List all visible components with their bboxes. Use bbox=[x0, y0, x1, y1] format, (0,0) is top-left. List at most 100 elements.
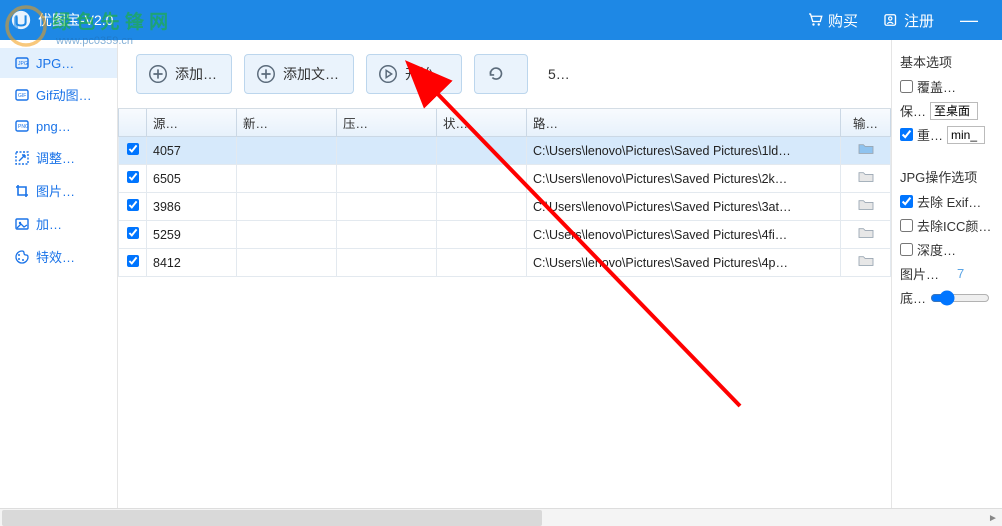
table-row[interactable]: 6505 C:\Users\lenovo\Pictures\Saved Pictu… bbox=[119, 165, 891, 193]
bottom-slider[interactable] bbox=[930, 290, 990, 306]
cell-compress bbox=[337, 193, 437, 221]
minimize-button[interactable]: — bbox=[946, 4, 992, 37]
table-row[interactable]: 4057C:\Users\lenovo\Pictures\Saved Pictu… bbox=[119, 137, 891, 165]
app-title: 优图宝-V2.0 bbox=[38, 10, 113, 30]
col-header-source[interactable]: 源… bbox=[147, 109, 237, 137]
plus-circle-icon bbox=[255, 63, 277, 85]
scroll-thumb[interactable] bbox=[2, 510, 542, 526]
cell-source: 3986 bbox=[147, 193, 237, 221]
cart-icon bbox=[806, 11, 824, 29]
cell-new bbox=[237, 249, 337, 277]
col-header-check[interactable] bbox=[119, 109, 147, 137]
sidebar-item-label: 调整… bbox=[36, 148, 75, 167]
cell-output[interactable] bbox=[841, 249, 891, 277]
overwrite-label: 覆盖… bbox=[917, 77, 956, 96]
cell-new bbox=[237, 165, 337, 193]
bottom-label: 底… bbox=[900, 288, 926, 307]
add-label: 添加… bbox=[175, 64, 217, 84]
image-icon bbox=[14, 216, 30, 232]
scroll-right-arrow[interactable]: ► bbox=[984, 510, 1002, 526]
icc-label: 去除ICC颜… bbox=[917, 216, 991, 235]
row-checkbox[interactable] bbox=[127, 143, 139, 155]
col-header-status[interactable]: 状… bbox=[437, 109, 527, 137]
cell-source: 4057 bbox=[147, 137, 237, 165]
cell-output[interactable] bbox=[841, 137, 891, 165]
cell-compress bbox=[337, 221, 437, 249]
add-folder-button[interactable]: 添加文… bbox=[244, 54, 354, 94]
depth-checkbox[interactable] bbox=[900, 243, 913, 256]
rename-input[interactable] bbox=[947, 126, 985, 144]
cell-output[interactable] bbox=[841, 221, 891, 249]
sidebar-item-image[interactable]: 加… bbox=[0, 207, 117, 240]
row-checkbox[interactable] bbox=[127, 255, 139, 267]
file-table: 源… 新… 压… 状… 路… 输… 4057C:\Users\lenovo\Pi… bbox=[118, 109, 891, 277]
cell-source: 6505 bbox=[147, 165, 237, 193]
cell-compress bbox=[337, 165, 437, 193]
png-icon: PNG bbox=[14, 118, 30, 134]
sidebar-item-label: 加… bbox=[36, 214, 62, 233]
exif-label: 去除 Exif… bbox=[917, 192, 981, 211]
col-header-compress[interactable]: 压… bbox=[337, 109, 437, 137]
buy-button[interactable]: 购买 bbox=[794, 4, 870, 37]
app-icon bbox=[10, 9, 32, 31]
register-icon bbox=[882, 11, 900, 29]
start-label: 开始… bbox=[405, 64, 447, 84]
jpg-options-title: JPG操作选项 bbox=[900, 167, 994, 186]
refresh-button[interactable] bbox=[474, 54, 528, 94]
rename-label: 重… bbox=[917, 125, 943, 144]
table-row[interactable]: 3986C:\Users\lenovo\Pictures\Saved Pictu… bbox=[119, 193, 891, 221]
register-button[interactable]: 注册 bbox=[870, 4, 946, 37]
table-row[interactable]: 5259C:\Users\lenovo\Pictures\Saved Pictu… bbox=[119, 221, 891, 249]
table-row[interactable]: 8412C:\Users\lenovo\Pictures\Saved Pictu… bbox=[119, 249, 891, 277]
row-checkbox[interactable] bbox=[127, 199, 139, 211]
row-checkbox[interactable] bbox=[127, 227, 139, 239]
cell-compress bbox=[337, 249, 437, 277]
sidebar-item-jpg[interactable]: JPG JPG… bbox=[0, 48, 117, 78]
col-header-output[interactable]: 输… bbox=[841, 109, 891, 137]
cell-status bbox=[437, 137, 527, 165]
cell-status bbox=[437, 165, 527, 193]
cell-status bbox=[437, 249, 527, 277]
cell-output[interactable] bbox=[841, 193, 891, 221]
cell-new bbox=[237, 193, 337, 221]
cell-source: 5259 bbox=[147, 221, 237, 249]
add-folder-label: 添加文… bbox=[283, 64, 339, 84]
sidebar-item-label: JPG… bbox=[36, 56, 74, 71]
palette-icon bbox=[14, 249, 30, 265]
sidebar-item-resize[interactable]: 调整… bbox=[0, 141, 117, 174]
sidebar-item-label: Gif动图… bbox=[36, 85, 92, 104]
svg-text:JPG: JPG bbox=[18, 61, 28, 67]
cell-source: 8412 bbox=[147, 249, 237, 277]
basic-options-title: 基本选项 bbox=[900, 52, 994, 71]
sidebar-item-palette[interactable]: 特效… bbox=[0, 240, 117, 273]
sidebar-item-png[interactable]: PNGpng… bbox=[0, 111, 117, 141]
sidebar-item-gif[interactable]: GIF Gif动图… bbox=[0, 78, 117, 111]
register-label: 注册 bbox=[904, 10, 934, 31]
image-value: 7 bbox=[957, 266, 964, 281]
svg-text:GIF: GIF bbox=[18, 93, 26, 99]
toolbar: 添加… 添加文… 开始… bbox=[118, 40, 891, 108]
start-button[interactable]: 开始… bbox=[366, 54, 462, 94]
folder-icon bbox=[857, 198, 875, 212]
sidebar-item-crop[interactable]: 图片… bbox=[0, 174, 117, 207]
exif-checkbox[interactable] bbox=[900, 195, 913, 208]
add-button[interactable]: 添加… bbox=[136, 54, 232, 94]
col-header-path[interactable]: 路… bbox=[527, 109, 841, 137]
right-panel: 基本选项 覆盖… 保… 重… JPG操作选项 去除 Exif… 去除ICC颜… … bbox=[892, 40, 1002, 526]
count-label: 5… bbox=[548, 66, 570, 82]
row-checkbox[interactable] bbox=[127, 171, 139, 183]
play-circle-icon bbox=[377, 63, 399, 85]
save-input[interactable] bbox=[930, 102, 978, 120]
jpg-icon: JPG bbox=[14, 55, 30, 71]
overwrite-checkbox[interactable] bbox=[900, 80, 913, 93]
cell-compress bbox=[337, 137, 437, 165]
col-header-new[interactable]: 新… bbox=[237, 109, 337, 137]
file-table-wrap: 源… 新… 压… 状… 路… 输… 4057C:\Users\lenovo\Pi… bbox=[118, 108, 891, 526]
cell-path: C:\Users\lenovo\Pictures\Saved Pictures\… bbox=[527, 165, 841, 193]
horizontal-scrollbar[interactable]: ◄ ► bbox=[0, 508, 1002, 526]
cell-output[interactable] bbox=[841, 165, 891, 193]
rename-checkbox[interactable] bbox=[900, 128, 913, 141]
cell-new bbox=[237, 221, 337, 249]
crop-icon bbox=[14, 183, 30, 199]
icc-checkbox[interactable] bbox=[900, 219, 913, 232]
